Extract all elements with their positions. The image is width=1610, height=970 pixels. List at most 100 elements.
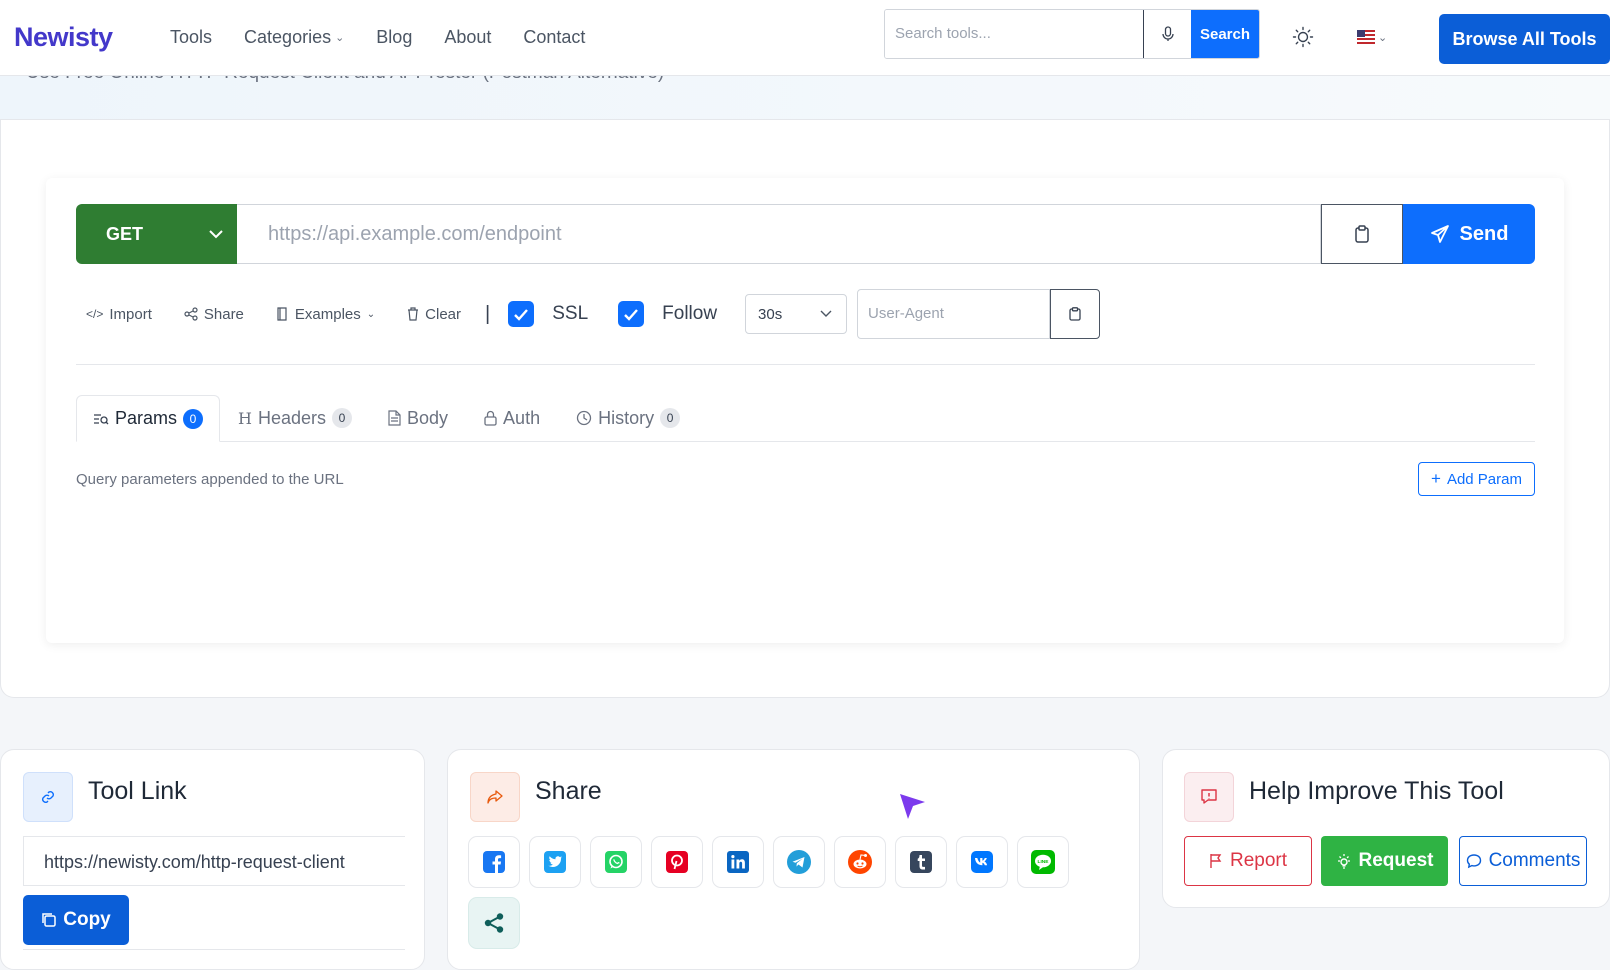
method-select[interactable]: GET bbox=[76, 204, 237, 264]
chevron-down-icon: ⌄ bbox=[366, 308, 376, 320]
tab-params[interactable]: Params 0 bbox=[76, 395, 221, 442]
checkmark-icon bbox=[508, 301, 535, 327]
tool-url-field[interactable]: https://newisty.com/http-request-client bbox=[23, 836, 405, 886]
search-button[interactable]: Search bbox=[1191, 10, 1259, 58]
clear-button[interactable]: Clear bbox=[407, 306, 461, 323]
nav-categories[interactable]: Categories ⌄ bbox=[244, 27, 344, 48]
copy-link-button[interactable]: Copy bbox=[23, 895, 129, 945]
trash-icon bbox=[408, 307, 419, 321]
request-bar: GET https://api.example.com/endpoint Sen… bbox=[76, 204, 1535, 264]
request-tabs: Params 0 H Headers 0 Body Auth History 0 bbox=[76, 395, 1535, 442]
reddit-share-button[interactable] bbox=[834, 836, 886, 888]
share-title: Share bbox=[535, 777, 602, 805]
user-agent-group: User-Agent bbox=[857, 289, 1101, 339]
chat-bubble-icon bbox=[1466, 854, 1481, 869]
user-agent-input[interactable]: User-Agent bbox=[857, 289, 1051, 339]
tumblr-icon bbox=[910, 851, 932, 873]
clock-icon bbox=[576, 410, 592, 426]
toolbar-separator: | bbox=[485, 302, 491, 325]
toolbar-divider bbox=[76, 364, 1535, 365]
brand-logo[interactable]: Newisty bbox=[14, 22, 113, 53]
share-nodes-icon bbox=[484, 913, 504, 933]
add-param-button[interactable]: + Add Param bbox=[1418, 462, 1535, 496]
line-icon: LINE bbox=[1031, 850, 1055, 874]
chevron-down-icon: ⌄ bbox=[335, 32, 345, 44]
chevron-down-icon bbox=[820, 310, 832, 317]
page-heading: Use Free Online HTTP Request Client and … bbox=[26, 76, 664, 84]
send-button[interactable]: Send bbox=[1403, 204, 1535, 264]
twitter-icon bbox=[544, 851, 566, 873]
telegram-share-button[interactable] bbox=[773, 836, 825, 888]
us-flag-icon bbox=[1357, 30, 1375, 44]
whatsapp-share-button[interactable] bbox=[590, 836, 642, 888]
feedback-icon bbox=[1184, 772, 1234, 822]
url-input[interactable]: https://api.example.com/endpoint bbox=[237, 204, 1321, 264]
nav-about[interactable]: About bbox=[444, 27, 491, 48]
twitter-share-button[interactable] bbox=[529, 836, 581, 888]
pointer-cursor-icon bbox=[898, 792, 928, 827]
help-improve-title: Help Improve This Tool bbox=[1249, 777, 1504, 805]
tab-auth[interactable]: Auth bbox=[466, 395, 558, 441]
share-request-button[interactable]: Share bbox=[184, 306, 244, 323]
request-toolbar: </> Import Share Examples ⌄ Clear | SSL … bbox=[86, 289, 1101, 339]
main-nav: Tools Categories ⌄ Blog About Contact bbox=[170, 27, 617, 48]
more-share-button[interactable] bbox=[468, 897, 520, 949]
reddit-icon bbox=[848, 850, 872, 874]
line-share-button[interactable]: LINE bbox=[1017, 836, 1069, 888]
linkedin-icon bbox=[727, 851, 749, 873]
lock-icon bbox=[484, 410, 497, 426]
tab-headers[interactable]: H Headers 0 bbox=[220, 395, 370, 441]
request-feature-button[interactable]: Request bbox=[1321, 836, 1448, 886]
chevron-down-icon bbox=[209, 229, 223, 238]
comments-button[interactable]: Comments bbox=[1459, 836, 1587, 886]
link-divider bbox=[23, 949, 405, 950]
svg-text:LINE: LINE bbox=[1038, 859, 1050, 865]
clipboard-icon bbox=[1355, 225, 1369, 243]
help-improve-card: Help Improve This Tool Report Request Co… bbox=[1162, 749, 1610, 908]
tool-search: Search tools... Search bbox=[884, 9, 1260, 59]
copy-icon bbox=[42, 913, 56, 927]
telegram-icon bbox=[787, 850, 811, 874]
headers-count-badge: 0 bbox=[332, 408, 353, 428]
checkmark-icon bbox=[618, 301, 645, 327]
tool-link-card: Tool Link https://newisty.com/http-reque… bbox=[0, 749, 425, 970]
language-selector[interactable]: ⌄ bbox=[1357, 30, 1387, 44]
nav-tools[interactable]: Tools bbox=[170, 27, 212, 48]
page-heading-strip: Use Free Online HTTP Request Client and … bbox=[0, 76, 1610, 120]
ssl-checkbox[interactable]: SSL bbox=[508, 301, 588, 327]
whatsapp-icon bbox=[605, 851, 627, 873]
voice-search-button[interactable] bbox=[1143, 10, 1191, 58]
linkedin-share-button[interactable] bbox=[712, 836, 764, 888]
import-button[interactable]: </> Import bbox=[86, 306, 152, 323]
params-description: Query parameters appended to the URL bbox=[76, 471, 344, 488]
facebook-icon bbox=[483, 851, 505, 873]
plus-icon: + bbox=[1431, 469, 1441, 488]
tab-body[interactable]: Body bbox=[370, 395, 466, 441]
chevron-down-icon: ⌄ bbox=[1378, 31, 1388, 44]
flag-icon bbox=[1210, 854, 1222, 868]
examples-dropdown[interactable]: Examples ⌄ bbox=[276, 306, 375, 323]
microphone-icon bbox=[1161, 26, 1174, 41]
link-icon bbox=[23, 772, 73, 822]
vk-share-button[interactable] bbox=[956, 836, 1008, 888]
nav-blog[interactable]: Blog bbox=[376, 27, 412, 48]
report-button[interactable]: Report bbox=[1184, 836, 1312, 886]
facebook-share-button[interactable] bbox=[468, 836, 520, 888]
paste-user-agent-button[interactable] bbox=[1050, 289, 1101, 339]
tool-link-title: Tool Link bbox=[88, 777, 187, 805]
tumblr-share-button[interactable] bbox=[895, 836, 947, 888]
heading-icon: H bbox=[238, 408, 252, 428]
pinterest-icon bbox=[666, 851, 688, 873]
follow-redirects-checkbox[interactable]: Follow bbox=[618, 301, 717, 327]
top-header: Newisty Tools Categories ⌄ Blog About Con… bbox=[0, 0, 1610, 76]
timeout-select[interactable]: 30s bbox=[745, 294, 848, 334]
search-input[interactable]: Search tools... bbox=[885, 10, 1143, 58]
theme-toggle-sun-icon[interactable] bbox=[1292, 26, 1314, 53]
pinterest-share-button[interactable] bbox=[651, 836, 703, 888]
lightbulb-icon bbox=[1337, 854, 1350, 869]
tab-history[interactable]: History 0 bbox=[558, 395, 698, 441]
paste-url-button[interactable] bbox=[1321, 204, 1403, 264]
nav-contact[interactable]: Contact bbox=[523, 27, 585, 48]
book-icon bbox=[277, 307, 287, 321]
browse-all-tools-button[interactable]: Browse All Tools bbox=[1439, 14, 1610, 64]
